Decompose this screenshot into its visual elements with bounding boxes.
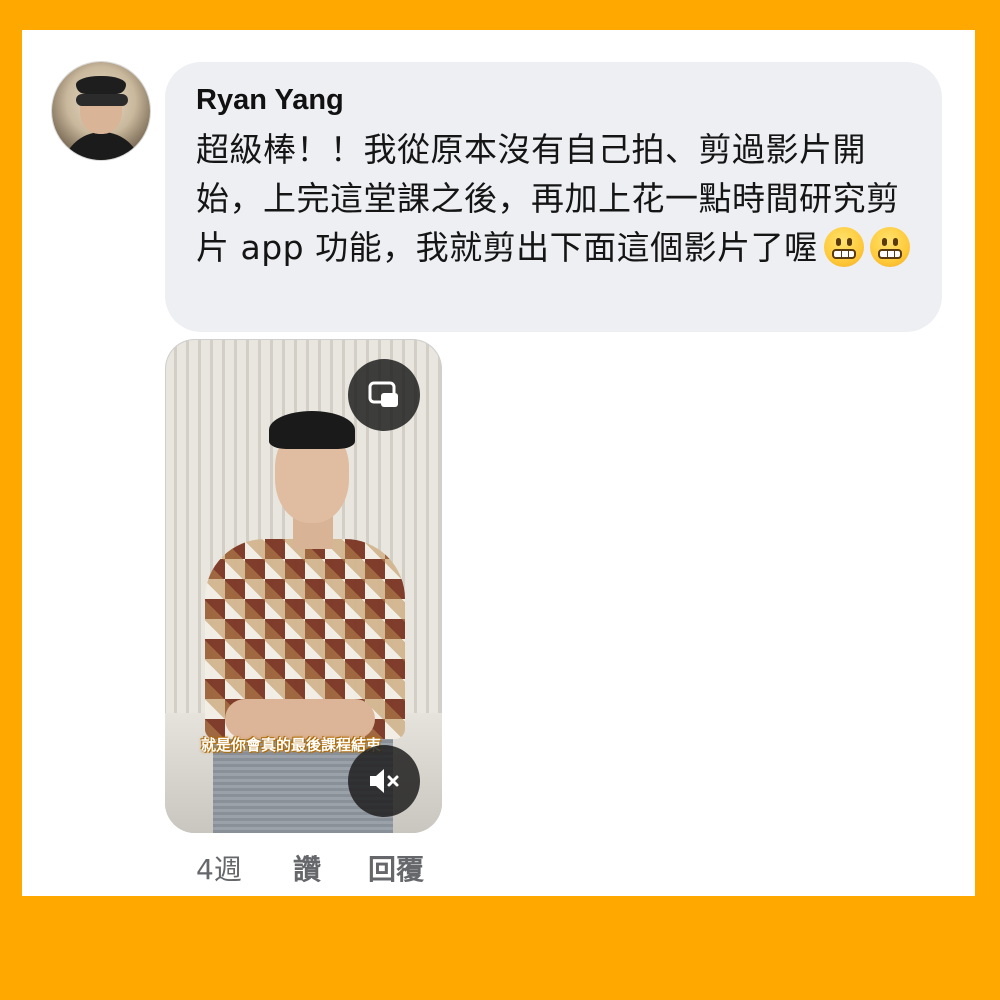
avatar-hair (76, 76, 126, 94)
avatar-shirt (62, 132, 142, 160)
mute-icon (370, 769, 399, 793)
like-button[interactable]: 讚 (293, 848, 321, 888)
picture-in-picture-button[interactable] (348, 359, 420, 431)
grimacing-face-emoji-1 (823, 227, 864, 267)
comment-card: Ryan Yang 超級棒！！我從原本沒有自己拍、剪過影片開始，上完這堂課之後，… (22, 30, 975, 896)
avatar-sleep-mask (76, 94, 128, 106)
video-person-hair (269, 411, 355, 449)
avatar[interactable] (52, 62, 150, 160)
video-person-hands (225, 699, 375, 739)
comment-text-container: 超級棒！！我從原本沒有自己拍、剪過影片開始，上完這堂課之後，再加上花一點時間研究… (196, 125, 926, 272)
grimacing-face-emoji-2 (869, 227, 910, 267)
comment-author[interactable]: Ryan Yang (196, 84, 344, 117)
video-attachment[interactable]: 就是你會真的最後課程結束 (165, 339, 442, 833)
comment-bubble: Ryan Yang 超級棒！！我從原本沒有自己拍、剪過影片開始，上完這堂課之後，… (165, 62, 942, 332)
picture-in-picture-icon (368, 381, 398, 407)
comment-timestamp[interactable]: 4週 (196, 848, 242, 888)
comment-text: 超級棒！！我從原本沒有自己拍、剪過影片開始，上完這堂課之後，再加上花一點時間研究… (196, 130, 900, 267)
reply-button[interactable]: 回覆 (368, 848, 424, 888)
mute-button[interactable] (348, 745, 420, 817)
